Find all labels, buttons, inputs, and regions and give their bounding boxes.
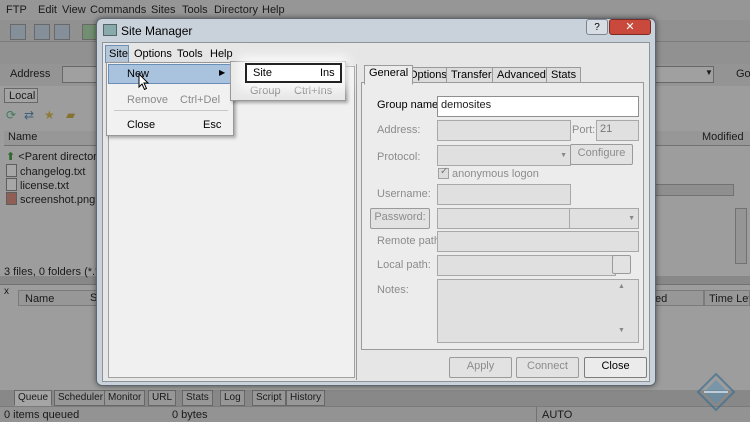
chevron-down-icon: ▼ bbox=[628, 215, 635, 222]
site-manager-icon bbox=[103, 24, 117, 36]
menu-item-group[interactable]: Group bbox=[250, 85, 281, 97]
menu-item-remove[interactable]: Remove bbox=[127, 94, 168, 106]
local-path-input[interactable] bbox=[437, 255, 616, 276]
menu-item-site-label: Site bbox=[253, 67, 272, 79]
local-path-label: Local path: bbox=[377, 259, 431, 271]
password-button[interactable]: Password: bbox=[370, 208, 430, 229]
dialog-title: Site Manager bbox=[121, 24, 193, 38]
menu-item-remove-shortcut: Ctrl+Del bbox=[180, 94, 221, 106]
menu-item-site-shortcut: Ins bbox=[320, 67, 335, 79]
notes-textarea[interactable] bbox=[437, 279, 639, 343]
menu-item-group-shortcut: Ctrl+Ins bbox=[294, 85, 333, 97]
scroll-up-icon[interactable]: ▲ bbox=[618, 283, 625, 290]
close-window-button[interactable]: ✕ bbox=[609, 19, 651, 35]
notes-label: Notes: bbox=[377, 284, 409, 296]
browse-folder-button[interactable] bbox=[612, 255, 631, 274]
remote-path-input[interactable] bbox=[437, 231, 639, 252]
menu-separator bbox=[114, 110, 228, 111]
mouse-pointer-icon bbox=[138, 73, 150, 91]
menu-site[interactable]: Site bbox=[105, 45, 129, 63]
group-name-label: Group name: bbox=[377, 99, 442, 111]
username-input[interactable] bbox=[437, 184, 571, 205]
anonymous-logon-checkbox[interactable] bbox=[438, 166, 449, 179]
port-label: Port: bbox=[572, 124, 596, 136]
remote-path-label: Remote path: bbox=[377, 235, 444, 247]
apply-button[interactable]: Apply bbox=[449, 357, 512, 378]
group-name-input[interactable]: demosites bbox=[437, 96, 639, 117]
help-button[interactable]: ? bbox=[586, 19, 608, 35]
protocol-label: Protocol: bbox=[377, 151, 421, 163]
protocol-select[interactable]: ▼ bbox=[437, 145, 571, 166]
anonymous-logon-label: anonymous logon bbox=[452, 168, 539, 180]
connect-button[interactable]: Connect bbox=[516, 357, 579, 378]
username-label: Username: bbox=[377, 188, 431, 200]
password-mode-select[interactable]: ▼ bbox=[569, 208, 639, 229]
address-input[interactable] bbox=[437, 120, 571, 141]
menu-tools[interactable]: Tools bbox=[177, 48, 203, 60]
submenu-arrow-icon: ▶ bbox=[219, 68, 226, 77]
port-input[interactable]: 21 bbox=[596, 120, 639, 141]
menu-options[interactable]: Options bbox=[134, 48, 172, 60]
pane-divider[interactable] bbox=[356, 64, 357, 380]
close-button[interactable]: Close bbox=[584, 357, 647, 378]
chevron-down-icon: ▼ bbox=[560, 152, 567, 159]
menu-help[interactable]: Help bbox=[210, 48, 233, 60]
watermark-logo-icon bbox=[696, 372, 736, 412]
password-input[interactable] bbox=[437, 208, 571, 229]
scroll-down-icon[interactable]: ▼ bbox=[618, 327, 625, 334]
address-label: Address: bbox=[377, 124, 421, 136]
menu-item-close-shortcut: Esc bbox=[203, 119, 222, 131]
configure-button[interactable]: Configure bbox=[570, 144, 633, 165]
menu-item-close[interactable]: Close bbox=[127, 119, 155, 131]
tab-general[interactable]: General bbox=[364, 65, 414, 85]
